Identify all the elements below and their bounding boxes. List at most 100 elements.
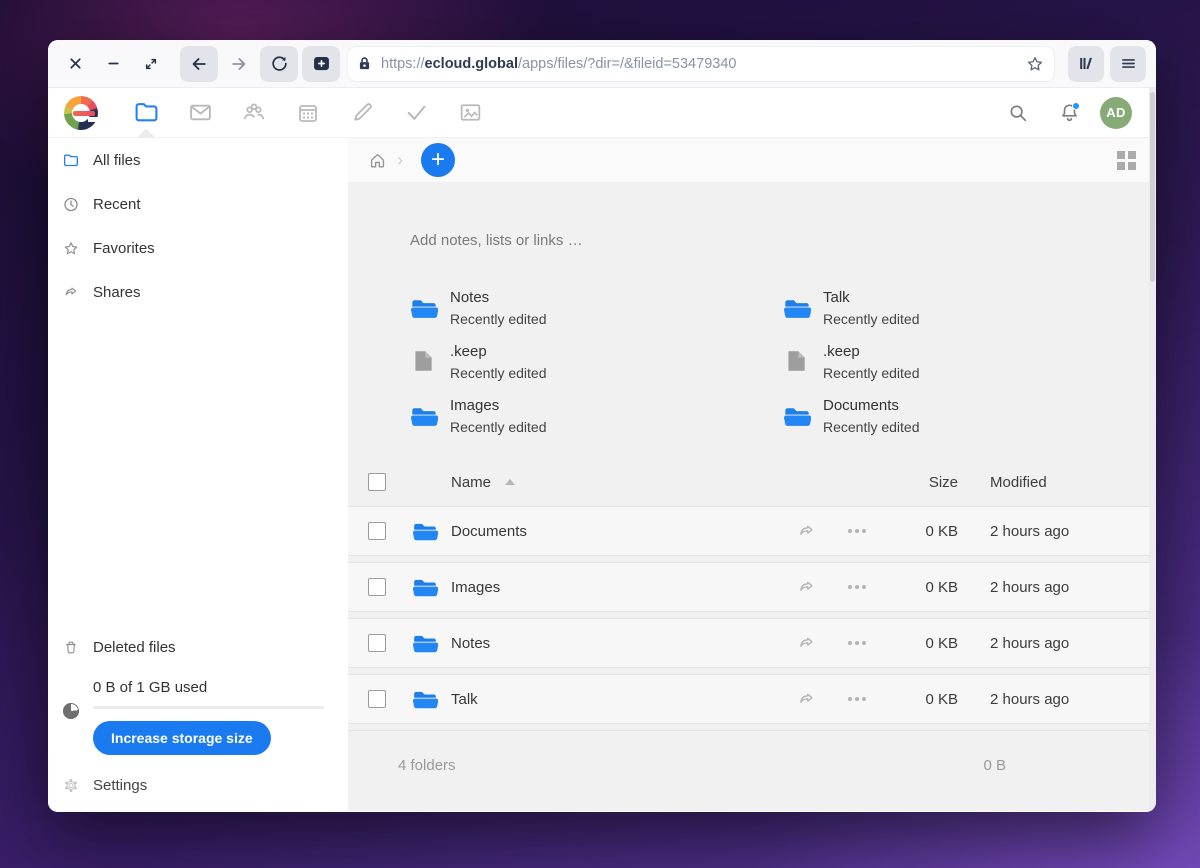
app-notes-pencil-icon[interactable]	[335, 88, 389, 138]
sidebar-item-label: All files	[93, 152, 141, 169]
file-modified: 2 hours ago	[990, 523, 1110, 540]
rich-workspace: Add notes, lists or links …	[348, 182, 1156, 280]
grid-view-icon[interactable]	[1117, 151, 1136, 170]
folder-icon	[410, 294, 438, 322]
clock-icon	[63, 196, 79, 212]
sidebar-item-deleted-files[interactable]: Deleted files	[48, 625, 348, 669]
sidebar-item-favorites[interactable]: Favorites	[48, 226, 348, 270]
share-icon[interactable]	[797, 690, 816, 709]
folder-icon	[412, 630, 438, 656]
select-all-checkbox[interactable]	[368, 473, 386, 491]
file-icon	[783, 348, 811, 376]
column-header-modified[interactable]: Modified	[990, 474, 1110, 491]
row-checkbox[interactable]	[368, 522, 386, 540]
recent-status: Recently edited	[823, 363, 920, 383]
file-name: Notes	[451, 635, 490, 652]
folder-icon	[412, 686, 438, 712]
more-actions-icon[interactable]	[848, 585, 866, 589]
table-row[interactable]: Talk 0 KB 2 hours ago	[348, 674, 1156, 724]
table-row[interactable]: Documents 0 KB 2 hours ago	[348, 506, 1156, 556]
sidebar-item-shares[interactable]: Shares	[48, 270, 348, 314]
sidebar-item-label: Favorites	[93, 240, 155, 257]
forward-button[interactable]	[222, 47, 256, 81]
new-file-add-button[interactable]: +	[421, 143, 455, 177]
file-size: 0 KB	[894, 691, 958, 708]
recent-item[interactable]: Documents Recently edited	[783, 396, 1156, 436]
avatar[interactable]: AD	[1100, 97, 1132, 129]
scrollbar-thumb[interactable]	[1150, 92, 1155, 282]
notification-badge	[1072, 102, 1080, 110]
increase-storage-button[interactable]: Increase storage size	[93, 721, 271, 755]
file-icon	[410, 348, 438, 376]
recent-status: Recently edited	[450, 417, 547, 437]
sidebar-item-all-files[interactable]: All files	[48, 138, 348, 182]
lock-icon	[356, 55, 373, 72]
app-files-folder-icon[interactable]	[119, 88, 173, 138]
recent-item[interactable]: Images Recently edited	[410, 396, 783, 436]
recent-name: Notes	[450, 287, 547, 310]
sidebar-item-recent[interactable]: Recent	[48, 182, 348, 226]
more-actions-icon[interactable]	[848, 641, 866, 645]
browser-toolbar: https://ecloud.global/apps/files/?dir=/&…	[48, 40, 1156, 88]
quota-progress-bar	[93, 706, 324, 709]
app-calendar-icon[interactable]	[281, 88, 335, 138]
row-checkbox[interactable]	[368, 634, 386, 652]
column-header-size[interactable]: Size	[894, 474, 958, 491]
recent-item[interactable]: Talk Recently edited	[783, 288, 1156, 328]
recent-name: .keep	[450, 341, 547, 364]
recent-item[interactable]: .keep Recently edited	[410, 342, 783, 382]
share-icon[interactable]	[797, 522, 816, 541]
file-name: Images	[451, 579, 500, 596]
search-icon[interactable]	[998, 93, 1038, 133]
scrollbar-track[interactable]	[1149, 88, 1156, 812]
reload-button[interactable]	[260, 46, 298, 82]
new-window-button[interactable]	[302, 46, 340, 82]
back-button[interactable]	[180, 46, 218, 82]
quota-text: 0 B of 1 GB used	[93, 679, 336, 696]
folder-count: 4 folders	[398, 757, 456, 774]
ecloud-logo[interactable]	[64, 96, 98, 130]
workspace-input[interactable]: Add notes, lists or links …	[410, 232, 1156, 249]
sidebar-item-label: Deleted files	[93, 639, 176, 656]
row-checkbox[interactable]	[368, 578, 386, 596]
sidebar-item-settings[interactable]: Settings	[48, 763, 348, 807]
app-mail-envelope-icon[interactable]	[173, 88, 227, 138]
sidebar-item-label: Recent	[93, 196, 141, 213]
app-contacts-people-icon[interactable]	[227, 88, 281, 138]
recent-name: Images	[450, 395, 547, 418]
recent-item[interactable]: Notes Recently edited	[410, 288, 783, 328]
files-main-content: › + Add notes, lists or links … Notes Re…	[348, 138, 1156, 811]
table-row[interactable]: Images 0 KB 2 hours ago	[348, 562, 1156, 612]
minimize-icon[interactable]	[96, 47, 130, 81]
recent-item[interactable]: .keep Recently edited	[783, 342, 1156, 382]
file-modified: 2 hours ago	[990, 691, 1110, 708]
recent-name: Talk	[823, 287, 920, 310]
close-icon[interactable]	[58, 47, 92, 81]
share-icon	[63, 284, 79, 300]
recent-status: Recently edited	[823, 417, 920, 437]
more-actions-icon[interactable]	[848, 697, 866, 701]
column-header-name[interactable]: Name	[451, 474, 515, 491]
table-row[interactable]: Notes 0 KB 2 hours ago	[348, 618, 1156, 668]
library-icon[interactable]	[1068, 46, 1104, 82]
active-app-caret	[136, 129, 156, 138]
home-icon[interactable]	[362, 151, 393, 170]
table-summary: 4 folders 0 B	[348, 730, 1156, 800]
app-header: AD	[48, 88, 1156, 138]
app-tasks-check-icon[interactable]	[389, 88, 443, 138]
sidebar-item-label: Settings	[93, 777, 147, 794]
sidebar-item-label: Shares	[93, 284, 141, 301]
share-icon[interactable]	[797, 634, 816, 653]
share-icon[interactable]	[797, 578, 816, 597]
app-photos-image-icon[interactable]	[443, 88, 497, 138]
more-actions-icon[interactable]	[848, 529, 866, 533]
recent-status: Recently edited	[450, 309, 547, 329]
hamburger-menu-icon[interactable]	[1110, 46, 1146, 82]
url-bar[interactable]: https://ecloud.global/apps/files/?dir=/&…	[348, 47, 1054, 81]
sidebar-bottom: Deleted files 0 B of 1 GB used Increase …	[48, 625, 348, 807]
row-checkbox[interactable]	[368, 690, 386, 708]
bookmark-star-icon[interactable]	[1026, 55, 1044, 73]
maximize-icon[interactable]	[134, 47, 168, 81]
notifications-bell-icon[interactable]	[1049, 93, 1089, 133]
files-table: Name Size Modified Documents 0 KB	[348, 458, 1156, 800]
